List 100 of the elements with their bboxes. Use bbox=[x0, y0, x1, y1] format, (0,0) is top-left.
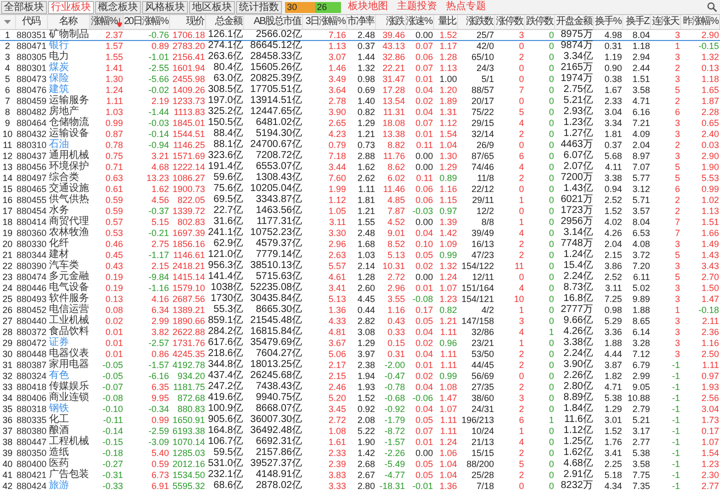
column-header[interactable]: 总金额 bbox=[206, 15, 244, 29]
table-row[interactable]: 10 880432 运输设备 0.87 -0.14 1544.51 88.4亿 5194.30亿 4.23 1.21 13.38 0.01 1.54 32/14 2 0 1.27亿 1.81 4.09 3 2.40 bbox=[0, 129, 720, 140]
table-cell-text: 0 bbox=[548, 228, 555, 238]
dropdown-icon[interactable] bbox=[4, 20, 10, 24]
column-header[interactable]: 涨跌数 bbox=[458, 15, 495, 29]
board-tab[interactable]: 统计指数 bbox=[236, 0, 282, 14]
table-cell-text: 0.06 bbox=[414, 184, 434, 194]
column-header[interactable]: 涨幅% bbox=[90, 15, 124, 29]
table-cell-text: 5.40 bbox=[150, 448, 170, 458]
table-row[interactable]: 9 880464 仓储物流 0.99 -0.03 1845.01 150.5亿 6481.02亿 2.65 1.29 18.08 0.07 1.12 29/15 4 0 1.23亿 3.34 7.21 3 0.65 bbox=[0, 118, 720, 129]
table-row[interactable]: 37 880380 酿酒 -0.14 -2.59 6193.38 164.8亿 36492.48亿 1.08 5.22 -8.72 0.07 1.11 10/24 1 0 1.12亿 1.52 3.17 -1 0.17 bbox=[0, 426, 720, 437]
table-row[interactable]: 16 880455 供气供热 0.59 4.56 822.05 69.5亿 3343.87亿 1.12 1.81 4.85 0.06 1.15 29/11 1 0 6021万 2.52 5.71 2 1.02 bbox=[0, 195, 720, 206]
board-tab[interactable]: 行业板块 bbox=[48, 0, 94, 14]
table-cell-text: 0.75 bbox=[104, 151, 124, 161]
column-header[interactable]: 跌停数 bbox=[525, 15, 555, 29]
topic-link[interactable]: 板块地图 bbox=[348, 1, 388, 13]
table-row[interactable]: 22 880390 汽车类 0.43 2.15 2418.21 956.3亿 38510.13亿 5.57 2.14 10.31 0.02 1.32 154/122 11 0 15.4亿 3.86 7.20 3 3.43 bbox=[0, 261, 720, 272]
board-tab[interactable]: 概念板块 bbox=[95, 0, 141, 14]
table-cell-text: 3 bbox=[674, 316, 681, 326]
table-row[interactable]: 13 880456 环境保护 0.71 4.68 1222.14 191.4亿 6553.07亿 3.44 1.62 8.62 0.00 1.29 74/46 4 0 2.07亿 4.11 7.07 5 1.90 bbox=[0, 162, 720, 173]
table-cell-text: 1.24 bbox=[104, 85, 124, 95]
table-cell-text: 0 bbox=[518, 63, 525, 73]
table-row[interactable]: 1 880351 矿物制品 2.37 -0.76 1706.18 126.1亿 2566.02亿 7.16 2.48 39.46 0.00 1.52 25/7 3 0 8975万 4.98 8.04 3 2.90 bbox=[0, 30, 720, 41]
table-cell-text: 0.00 bbox=[414, 448, 434, 458]
table-cell-text: -0.21 bbox=[147, 228, 170, 238]
table-row[interactable]: 29 880472 证券 0.01 -2.57 1731.76 617.6亿 35479.69亿 3.67 1.29 0.15 0.02 0.96 23/21 1 0 3.38亿 1.88 3.28 3 1.16 bbox=[0, 338, 720, 349]
table-row[interactable]: 31 880387 家用电器 -0.05 -1.57 4192.78 344.8亿 18013.25亿 2.17 2.38 -2.00 0.01 1.11 44/45 2 0 3.90亿 3.87 6.79 -1 1.11 bbox=[0, 360, 720, 371]
table-cell-text: 0.99 bbox=[438, 371, 458, 381]
table-row[interactable]: 5 880473 保险 1.30 -5.66 2455.98 63.0亿 20825.39亿 3.49 0.98 31.47 0.01 1.00 5/1 0 0 1974万 0.38 1.51 3 1.18 bbox=[0, 74, 720, 85]
table-row[interactable]: 35 880318 钢铁 -0.10 -0.34 880.83 100.9亿 8668.07亿 3.45 0.92 -0.92 0.04 1.07 24/31 2 0 1.84亿 1.29 2.79 -1 3.04 bbox=[0, 404, 720, 415]
table-cell-text: 0 bbox=[548, 151, 555, 161]
board-tab[interactable]: 地区板块 bbox=[189, 0, 235, 14]
table-row[interactable]: 41 880421 广告包装 -0.31 6.73 1534.50 232.1亿 4148.91亿 3.83 2.67 -4.77 0.05 1.04 25/28 2 0 2.91亿 5.18 7.75 -1 2.30 bbox=[0, 470, 720, 481]
table-row[interactable]: 23 880474 多元金融 0.19 -9.84 1415.14 141.4亿 5715.63亿 4.61 1.28 2.72 0.00 1.24 12/11 0 0 2.24亿 2.52 6.11 5 2.70 bbox=[0, 272, 720, 283]
table-cell-text: -0.15 bbox=[697, 41, 720, 51]
table-cell-text: 121.0亿 bbox=[206, 250, 244, 260]
table-row[interactable]: 40 880400 医药 -0.27 0.59 2012.16 531.0亿 39527.37亿 2.39 2.68 -5.49 0.05 1.04 88/200 5 0 4.68亿 2.25 3.58 -1 1.23 bbox=[0, 459, 720, 470]
table-cell-text: 1.52 bbox=[356, 393, 376, 403]
table-cell-text: 2783.20 bbox=[171, 41, 206, 51]
table-row[interactable]: 30 880448 电器仪表 0.01 0.86 4245.35 218.6亿 7604.27亿 5.06 3.97 0.31 0.04 1.11 53/50 2 0 2.24亿 4.44 7.12 3 2.50 bbox=[0, 349, 720, 360]
table-cell-text: 7779.14亿 bbox=[254, 250, 303, 260]
column-header[interactable]: 换手Z bbox=[623, 15, 651, 29]
column-header[interactable]: 现价 bbox=[170, 15, 206, 29]
column-header[interactable]: 市净率 bbox=[347, 15, 376, 29]
topic-link[interactable]: 热点专题 bbox=[446, 1, 486, 13]
table-row[interactable]: 36 880335 化工 -0.11 0.99 1650.91 905.6亿 36007.30亿 2.72 2.08 -1.79 0.05 1.11 196/213 6 1 11.6亿 3.01 5.21 -1 1.73 bbox=[0, 415, 720, 426]
table-row[interactable]: 42 880424 旅游 -0.33 6.91 5595.32 68.6亿 2878.02亿 3.33 2.80 -18.31 -0.01 1.36 7/18 0 0 8232万 4.34 7.35 -1 2.77 bbox=[0, 481, 720, 492]
sector-code: 880335 bbox=[16, 415, 48, 425]
table-row[interactable]: 25 880493 软件服务 0.13 4.16 2687.56 1730亿 30435.84亿 5.13 4.45 3.55 -0.08 1.23 154/121 10 0 16.8亿 7.25 9.89 3 1.47 bbox=[0, 294, 720, 305]
table-row[interactable]: 28 880372 食品饮料 0.01 3.82 2622.88 284.2亿 16815.84亿 4.81 3.08 0.33 0.04 1.11 32/86 4 1 4.26亿 3.36 6.14 3 2.36 bbox=[0, 327, 720, 338]
table-row[interactable]: 8 880482 房地产 1.03 -1.44 1113.83 325.2亿 12447.65亿 3.90 0.82 11.31 0.04 1.31 75/22 5 0 2.93亿 3.04 6.16 6 2.28 bbox=[0, 107, 720, 118]
table-row[interactable]: 38 880447 工程机械 -0.15 -3.09 1070.14 106.7亿 6692.31亿 1.61 1.90 -1.57 0.01 1.24 21/13 4 0 1.25亿 1.76 2.77 -1 1.07 bbox=[0, 437, 720, 448]
table-cell-text: 1.43 bbox=[700, 250, 720, 260]
column-header[interactable]: 量比 bbox=[434, 15, 458, 29]
topic-link[interactable]: 主题投资 bbox=[397, 1, 437, 13]
board-tab[interactable]: 全部板块 bbox=[1, 0, 47, 14]
table-row[interactable]: 15 880465 交通设施 0.61 1.62 1900.73 75.6亿 10205.04亿 1.99 1.11 11.46 0.06 1.16 22/12 0 0 1.43亿 0.94 3.12 6 0.99 bbox=[0, 184, 720, 195]
table-row[interactable]: 20 880330 化纤 0.46 2.75 1856.16 62.9亿 4579.37亿 2.96 1.68 8.52 0.10 1.09 16/13 2 0 7748万 2.04 4.08 3 1.49 bbox=[0, 239, 720, 250]
column-header[interactable]: 涨速% bbox=[406, 15, 434, 29]
column-header[interactable]: 开盘金额 bbox=[555, 15, 594, 29]
table-row[interactable]: 4 880301 煤炭 1.41 -2.55 1601.94 80.4亿 15605.26亿 1.46 1.32 22.21 0.07 1.13 24/3 0 0 2165万 0.90 2.44 2 0.13 bbox=[0, 63, 720, 74]
column-header[interactable]: 20日涨幅% bbox=[124, 15, 170, 29]
table-row[interactable]: 32 880324 有色 -0.05 -6.16 934.20 437.4亿 26245.68亿 2.15 1.94 -0.47 0.02 0.99 56/69 0 0 2.26亿 1.82 2.99 -1 0.97 bbox=[0, 371, 720, 382]
table-row[interactable]: 11 880310 石油 0.78 -0.94 1146.25 88.1亿 24700.67亿 0.79 0.73 8.82 0.11 1.04 26/9 0 0 4463万 0.37 2.04 2 0.03 bbox=[0, 140, 720, 151]
column-header[interactable]: 3日涨幅% bbox=[303, 15, 347, 29]
column-header[interactable]: 涨停数 bbox=[495, 15, 525, 29]
table-row[interactable]: 2 880471 银行 1.57 0.89 2783.20 274.1亿 86645.12亿 1.13 0.37 43.13 0.07 1.17 42/0 0 0 9874万 0.31 1.18 1 -0.15 bbox=[0, 41, 720, 52]
table-cell-text: 2.04 bbox=[603, 239, 623, 249]
table-row[interactable]: 27 880440 工业机械 0.02 2.99 1890.66 859.1亿 21545.48亿 4.33 2.82 0.43 0.05 1.21 147/158 3 0 9.66亿 5.29 8.65 3 2.11 bbox=[0, 316, 720, 327]
table-row[interactable]: 14 880497 综合类 0.63 13.23 1086.27 59.6亿 1308.43亿 7.60 2.62 6.02 0.11 0.89 11/8 2 0 7200万 3.38 5.77 5 5.53 bbox=[0, 173, 720, 184]
table-cell-text: -1 bbox=[670, 448, 681, 458]
column-header[interactable]: 代码 bbox=[16, 15, 48, 29]
table-cell-text: 20/17 bbox=[470, 96, 495, 106]
table-row[interactable]: 21 880344 建材 0.45 -1.17 1146.61 121.0亿 7779.14亿 2.63 1.03 5.13 0.05 0.99 47/23 2 0 1.24亿 2.15 3.72 5 1.43 bbox=[0, 250, 720, 261]
column-header[interactable]: 涨跌 bbox=[376, 15, 406, 29]
table-row[interactable]: 34 880406 商业连锁 -0.08 9.95 872.68 419.6亿 9940.75亿 5.20 1.52 -0.68 -0.06 1.47 38/60 3 0 8.89亿 5.38 10.88 -1 2.56 bbox=[0, 393, 720, 404]
table-row[interactable]: 3 880305 电力 1.55 -1.01 2156.41 263.6亿 28458.33亿 3.07 1.44 32.86 0.06 1.28 65/10 2 0 3.34亿 1.19 2.94 3 1.32 bbox=[0, 52, 720, 63]
table-row[interactable]: 17 880454 水务 0.59 -0.37 1339.72 22.7亿 1463.56亿 1.05 1.21 7.87 -0.03 0.97 12/2 0 0 1723万 1.52 3.57 2 1.13 bbox=[0, 206, 720, 217]
table-cell-text: 1.11 bbox=[439, 415, 458, 425]
column-header[interactable]: 连涨天 bbox=[651, 15, 681, 29]
table-row[interactable]: 24 880446 电气设备 0.19 -1.16 1579.10 1038亿 52235.08亿 3.41 2.60 2.96 0.01 1.07 151/164 4 0 8.73亿 3.11 5.02 3 1.50 bbox=[0, 283, 720, 294]
table-cell-text: 6.11 bbox=[632, 272, 651, 282]
table-row[interactable]: 7 880459 运输服务 1.11 2.19 1233.73 197.0亿 13914.51亿 2.78 1.40 13.54 0.02 1.89 20/17 0 0 5.21亿 2.33 4.71 2 1.87 bbox=[0, 96, 720, 107]
table-row[interactable]: 18 880414 商贸代理 0.57 5.15 802.83 31.6亿 1177.31亿 3.11 1.55 4.52 0.00 1.39 8/8 1 0 2956万 4.02 8.04 7 1.51 bbox=[0, 217, 720, 228]
column-header[interactable]: AB股总市值 bbox=[244, 15, 303, 29]
table-cell-text: 0.01 bbox=[414, 437, 434, 447]
search-icon[interactable] bbox=[707, 2, 717, 12]
table-row[interactable]: 12 880437 通用机械 0.75 3.21 1571.69 323.6亿 7208.72亿 7.18 2.88 11.76 0.00 1.30 87/65 6 0 6.07亿 5.68 8.97 3 2.90 bbox=[0, 151, 720, 162]
table-row[interactable]: 33 880418 传媒娱乐 -0.07 6.35 1181.75 247.2亿 7438.43亿 2.46 1.93 -0.78 0.04 1.08 27/35 2 0 2.80亿 4.71 9.05 -1 1.93 bbox=[0, 382, 720, 393]
table-cell-text: 2.39 bbox=[327, 459, 347, 469]
table-cell-text: 0.82 bbox=[438, 305, 458, 315]
board-tab[interactable]: 风格板块 bbox=[142, 0, 188, 14]
table-row[interactable]: 19 880360 农林牧渔 0.53 -0.21 1697.39 241.1亿 10752.23亿 3.30 2.48 9.01 0.04 1.42 39/49 4 0 3.14亿 4.26 6.53 7 1.66 bbox=[0, 228, 720, 239]
column-header[interactable]: 昨涨幅% bbox=[681, 15, 720, 29]
table-row[interactable]: 26 880452 电信运营 0.08 6.34 1389.21 55.3亿 8665.30亿 1.36 0.44 1.16 0.17 0.82 4/2 1 0 2777万 0.98 1.88 1 -0.18 bbox=[0, 305, 720, 316]
table-cell-text: -2.00 bbox=[383, 360, 406, 370]
table-cell-text: -9.84 bbox=[147, 272, 170, 282]
table-row[interactable]: 39 880350 造纸 -0.18 5.40 1285.03 59.5亿 2157.86亿 2.33 1.42 -2.26 0.00 1.06 15/15 2 0 1.62亿 3.41 5.38 -1 1.54 bbox=[0, 448, 720, 459]
table-row[interactable]: 6 880476 建筑 1.24 -0.02 1409.26 308.5亿 17705.51亿 3.64 0.69 17.28 0.04 1.20 88/57 7 0 2.75亿 1.67 3.58 5 1.65 bbox=[0, 85, 720, 96]
column-header[interactable]: 换手% bbox=[594, 15, 623, 29]
